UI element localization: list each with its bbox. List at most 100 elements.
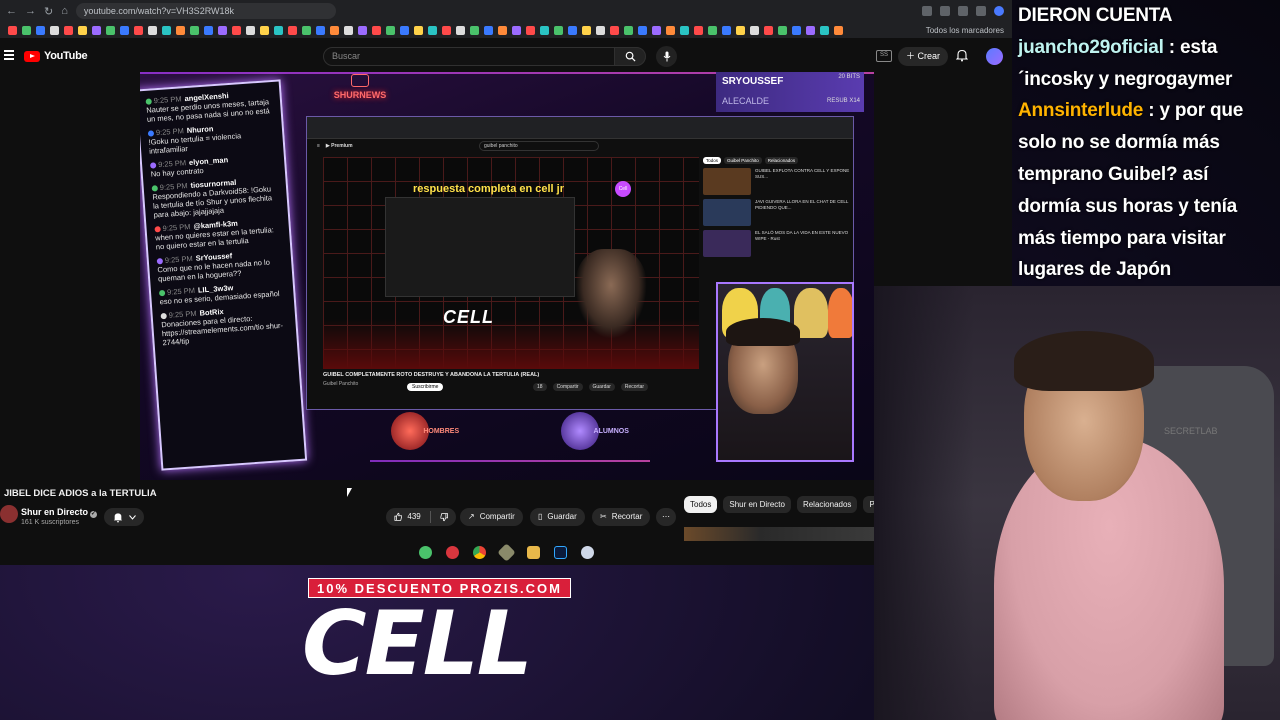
bookmark-icon[interactable]: [624, 25, 633, 35]
bookmark-icon[interactable]: [288, 25, 297, 35]
bookmark-icon[interactable]: [218, 25, 227, 35]
hamburger-menu-icon[interactable]: [4, 50, 14, 60]
bookmark-icon[interactable]: [708, 25, 717, 35]
taskbar-app-icon[interactable]: [580, 545, 594, 559]
youtube-logo[interactable]: YouTube: [24, 50, 88, 62]
back-icon[interactable]: ←: [6, 5, 17, 17]
channel-name[interactable]: Shur en Directo ✓: [21, 507, 98, 518]
bookmark-icon[interactable]: [680, 25, 689, 35]
bookmark-icon[interactable]: [778, 25, 787, 35]
bookmark-icon[interactable]: [190, 25, 199, 35]
bookmark-icon[interactable]: [470, 25, 479, 35]
bookmark-icon[interactable]: [120, 25, 129, 35]
like-count[interactable]: 439: [407, 508, 420, 526]
cast-icon[interactable]: SS: [876, 50, 892, 62]
bookmark-icon[interactable]: [134, 25, 143, 35]
bookmark-icon[interactable]: [806, 25, 815, 35]
bookmark-icon[interactable]: [694, 25, 703, 35]
home-icon[interactable]: ⌂: [61, 5, 68, 17]
extension-icon[interactable]: [940, 6, 950, 16]
taskbar-app-icon[interactable]: [445, 545, 459, 559]
bookmark-icon[interactable]: [764, 25, 773, 35]
bookmark-icon[interactable]: [526, 25, 535, 35]
account-avatar[interactable]: [986, 48, 1003, 65]
bookmark-icon[interactable]: [330, 25, 339, 35]
bookmark-icon[interactable]: [750, 25, 759, 35]
bookmark-icon[interactable]: [414, 25, 423, 35]
bookmark-icon[interactable]: [8, 25, 17, 35]
create-button[interactable]: ＋ Crear: [898, 47, 949, 66]
search-input[interactable]: Buscar: [323, 47, 615, 66]
bookmark-icon[interactable]: [106, 25, 115, 35]
clip-button[interactable]: ✂ Recortar: [592, 508, 651, 526]
video-player[interactable]: 9:25 PM angelXenshi Nauter se perdio unos …: [140, 72, 874, 480]
save-button[interactable]: ▯ Guardar: [530, 508, 585, 526]
subscription-bell-button[interactable]: [104, 508, 144, 526]
bookmark-icon[interactable]: [246, 25, 255, 35]
bookmark-icon[interactable]: [582, 25, 591, 35]
extension-icon[interactable]: [922, 6, 932, 16]
bookmark-icon[interactable]: [22, 25, 31, 35]
bookmark-icon[interactable]: [50, 25, 59, 35]
profile-icon[interactable]: [994, 6, 1004, 16]
bookmark-icon[interactable]: [456, 25, 465, 35]
search-button[interactable]: [614, 47, 646, 66]
notifications-bell-icon[interactable]: [955, 49, 969, 67]
bookmark-icon[interactable]: [176, 25, 185, 35]
dislike-icon[interactable]: [439, 512, 448, 522]
bookmark-icon[interactable]: [316, 25, 325, 35]
bookmark-icon[interactable]: [428, 25, 437, 35]
voice-search-button[interactable]: [656, 46, 677, 67]
bookmark-icon[interactable]: [540, 25, 549, 35]
bookmark-icon[interactable]: [358, 25, 367, 35]
address-bar[interactable]: youtube.com/watch?v=VH3S2RW18k: [75, 3, 336, 19]
bookmark-icon[interactable]: [554, 25, 563, 35]
bookmark-icon[interactable]: [92, 25, 101, 35]
taskbar-app-icon[interactable]: [418, 545, 432, 559]
bookmark-icon[interactable]: [372, 25, 381, 35]
bookmark-icon[interactable]: [400, 25, 409, 35]
bookmark-icon[interactable]: [260, 25, 269, 35]
bookmark-icon[interactable]: [204, 25, 213, 35]
bookmark-icon[interactable]: [610, 25, 619, 35]
all-bookmarks-link[interactable]: Todos los marcadores: [926, 26, 1012, 35]
share-button[interactable]: ↗ Compartir: [460, 508, 523, 526]
bookmark-icon[interactable]: [78, 25, 87, 35]
like-icon[interactable]: [394, 512, 403, 522]
bookmark-icon[interactable]: [64, 25, 73, 35]
related-video-thumbnail[interactable]: [684, 527, 874, 541]
bookmark-icon[interactable]: [498, 25, 507, 35]
bookmark-icon[interactable]: [302, 25, 311, 35]
bookmark-icon[interactable]: [232, 25, 241, 35]
bookmark-icon[interactable]: [274, 25, 283, 35]
bookmark-icon[interactable]: [148, 25, 157, 35]
bookmark-icon[interactable]: [652, 25, 661, 35]
bookmark-icon[interactable]: [820, 25, 829, 35]
bookmark-icon[interactable]: [834, 25, 843, 35]
forward-icon[interactable]: →: [25, 5, 36, 17]
bookmark-icon[interactable]: [666, 25, 675, 35]
bookmark-icon[interactable]: [484, 25, 493, 35]
extension-icon[interactable]: [976, 6, 986, 16]
bookmark-icon[interactable]: [386, 25, 395, 35]
bookmark-icon[interactable]: [344, 25, 353, 35]
chrome-icon[interactable]: [472, 545, 486, 559]
reload-icon[interactable]: ↻: [44, 5, 53, 18]
taskbar-app-icon[interactable]: [496, 542, 516, 562]
chip-todos[interactable]: Todos: [684, 496, 718, 513]
more-actions-button[interactable]: ⋯: [656, 508, 676, 526]
bookmark-icon[interactable]: [792, 25, 801, 35]
bookmark-icon[interactable]: [162, 25, 171, 35]
bookmark-icon[interactable]: [638, 25, 647, 35]
bookmark-icon[interactable]: [568, 25, 577, 35]
channel-avatar[interactable]: [0, 505, 18, 523]
folder-icon[interactable]: [526, 545, 540, 559]
chip-channel[interactable]: Shur en Directo: [723, 496, 791, 513]
bookmark-icon[interactable]: [36, 25, 45, 35]
bookmark-icon[interactable]: [736, 25, 745, 35]
bookmark-icon[interactable]: [596, 25, 605, 35]
photoshop-icon[interactable]: [553, 545, 567, 559]
bookmark-icon[interactable]: [442, 25, 451, 35]
bookmark-icon[interactable]: [512, 25, 521, 35]
extension-icon[interactable]: [958, 6, 968, 16]
